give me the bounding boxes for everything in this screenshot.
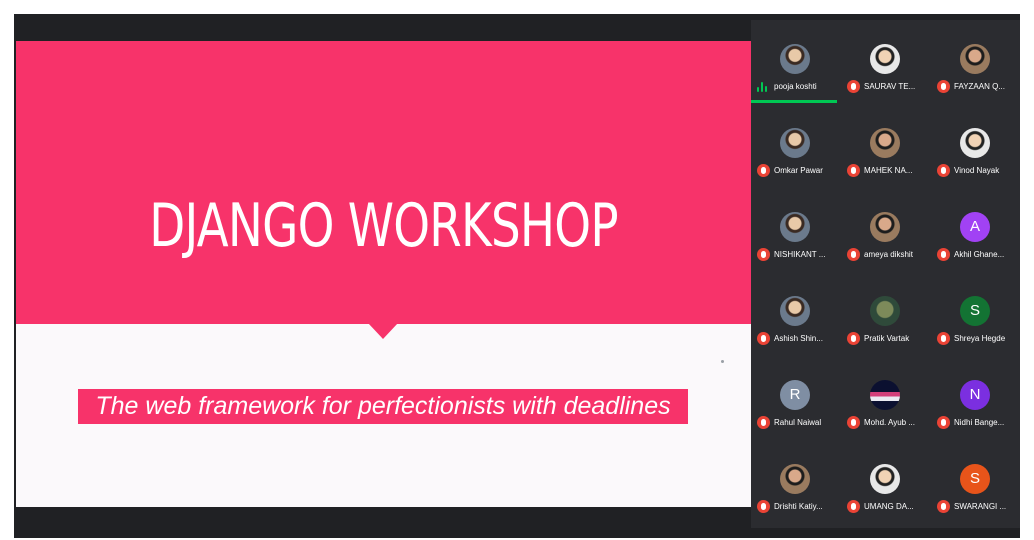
mic-muted-icon — [757, 164, 770, 177]
participant-name: Vinod Nayak — [954, 166, 1000, 175]
avatar — [870, 44, 900, 74]
participant-tile[interactable]: Mohd. Ayub ... — [841, 356, 931, 440]
participant-tile[interactable]: N Nidhi Bange... — [931, 356, 1021, 440]
mic-muted-icon — [937, 332, 950, 345]
avatar — [780, 212, 810, 242]
mic-muted-icon — [937, 500, 950, 513]
mic-muted-icon — [847, 248, 860, 261]
participant-tile[interactable]: SAURAV TE... — [841, 20, 931, 104]
slide-notch-decoration — [368, 323, 398, 339]
mic-muted-icon — [937, 164, 950, 177]
avatar — [870, 380, 900, 410]
avatar — [780, 296, 810, 326]
avatar — [960, 44, 990, 74]
participant-tile[interactable]: S Shreya Hegde — [931, 272, 1021, 356]
participant-tile[interactable]: UMANG DA... — [841, 440, 931, 524]
mic-muted-icon — [937, 416, 950, 429]
participant-tile[interactable]: Pratik Vartak — [841, 272, 931, 356]
participant-name: Ashish Shin... — [774, 334, 823, 343]
mic-muted-icon — [757, 500, 770, 513]
participant-name: Akhil Ghane... — [954, 250, 1005, 259]
participant-tile[interactable]: NISHIKANT ... — [751, 188, 841, 272]
participant-name: Nidhi Bange... — [954, 418, 1005, 427]
avatar — [960, 128, 990, 158]
mic-muted-icon — [847, 164, 860, 177]
participant-name: SAURAV TE... — [864, 82, 916, 91]
participant-tile[interactable]: MAHEK NA... — [841, 104, 931, 188]
participant-tile[interactable]: Omkar Pawar — [751, 104, 841, 188]
mouse-cursor-icon — [721, 360, 724, 363]
participant-name: NISHIKANT ... — [774, 250, 826, 259]
presentation-slide: DJANGO WORKSHOP The web framework for pe… — [16, 41, 751, 507]
participant-name: Mohd. Ayub ... — [864, 418, 915, 427]
slide-header-band — [16, 41, 751, 324]
avatar — [780, 464, 810, 494]
avatar — [780, 44, 810, 74]
mic-muted-icon — [937, 248, 950, 261]
speaking-indicator-icon — [757, 81, 769, 92]
slide-title: DJANGO WORKSHOP — [149, 191, 618, 261]
participant-name: UMANG DA... — [864, 502, 914, 511]
participant-name: ameya dikshit — [864, 250, 913, 259]
slide-subtitle-highlight: The web framework for perfectionists wit… — [78, 389, 688, 424]
participant-name: Shreya Hegde — [954, 334, 1006, 343]
active-speaker-bar — [751, 100, 837, 103]
participant-tile[interactable]: pooja koshti — [751, 20, 841, 104]
participant-tile[interactable]: Ashish Shin... — [751, 272, 841, 356]
participant-name: SWARANGI ... — [954, 502, 1007, 511]
participant-grid: pooja koshti SAURAV TE... FAYZAAN Q... Omka… — [751, 20, 1020, 528]
participant-tile[interactable]: A Akhil Ghane... — [931, 188, 1021, 272]
mic-muted-icon — [847, 416, 860, 429]
avatar-initial: A — [960, 212, 990, 242]
avatar — [870, 212, 900, 242]
participant-tile[interactable]: S SWARANGI ... — [931, 440, 1021, 524]
avatar-initial: N — [960, 380, 990, 410]
avatar — [870, 296, 900, 326]
participant-name: MAHEK NA... — [864, 166, 913, 175]
participant-tile[interactable]: R Rahul Naiwal — [751, 356, 841, 440]
participant-name: pooja koshti — [774, 82, 817, 91]
mic-muted-icon — [757, 416, 770, 429]
mic-muted-icon — [757, 332, 770, 345]
mic-muted-icon — [847, 332, 860, 345]
mic-muted-icon — [847, 500, 860, 513]
avatar — [870, 464, 900, 494]
participant-name: FAYZAAN Q... — [954, 82, 1005, 91]
participant-tile[interactable]: FAYZAAN Q... — [931, 20, 1021, 104]
slide-subtitle: The web framework for perfectionists wit… — [95, 392, 671, 420]
avatar-initial: S — [960, 296, 990, 326]
avatar-initial: S — [960, 464, 990, 494]
avatar — [870, 128, 900, 158]
mic-muted-icon — [757, 248, 770, 261]
participant-tile[interactable]: ameya dikshit — [841, 188, 931, 272]
avatar — [780, 128, 810, 158]
participant-name: Drishti Katiy... — [774, 502, 823, 511]
participant-name: Omkar Pawar — [774, 166, 823, 175]
participant-tile[interactable]: Vinod Nayak — [931, 104, 1021, 188]
mic-muted-icon — [937, 80, 950, 93]
participant-tile[interactable]: Drishti Katiy... — [751, 440, 841, 524]
participant-name: Pratik Vartak — [864, 334, 910, 343]
mic-muted-icon — [847, 80, 860, 93]
participant-name: Rahul Naiwal — [774, 418, 822, 427]
avatar-initial: R — [780, 380, 810, 410]
